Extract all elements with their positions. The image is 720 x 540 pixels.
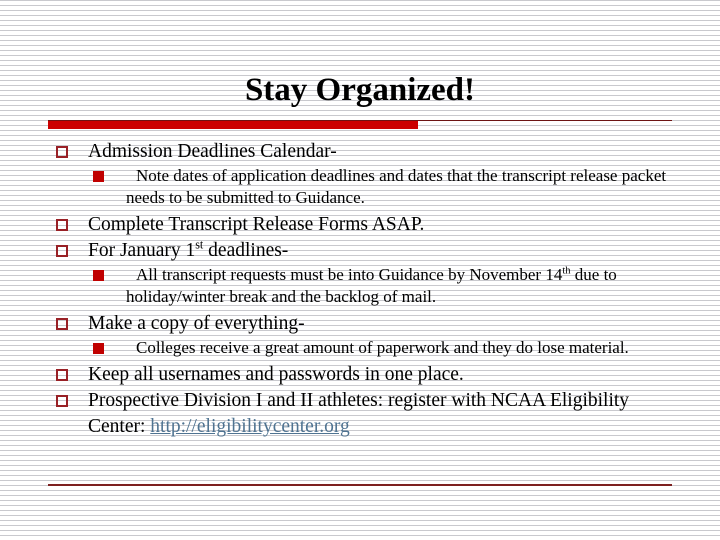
- ordinal-superscript: th: [562, 265, 571, 277]
- filled-square-bullet-icon: [93, 343, 104, 354]
- list-item: For January 1st deadlines-: [48, 238, 678, 264]
- title-divider: [48, 120, 672, 129]
- slide-canvas: Stay Organized! Admission Deadlines Cale…: [0, 0, 720, 540]
- list-item: Prospective Division I and II athletes: …: [48, 388, 678, 440]
- list-item-text: Note dates of application deadlines and …: [126, 166, 667, 207]
- hollow-square-bullet-icon: [56, 395, 68, 407]
- hollow-square-bullet-icon: [56, 219, 68, 231]
- list-item-text: For January 1st deadlines-: [88, 238, 678, 264]
- list-item-text: Colleges receive a great amount of paper…: [136, 338, 629, 357]
- list-item-text-after: deadlines-: [203, 240, 289, 261]
- footer-divider: [48, 484, 672, 486]
- list-item-text: Keep all usernames and passwords in one …: [88, 364, 464, 385]
- list-item-text: Admission Deadlines Calendar-: [88, 141, 337, 162]
- list-item: Complete Transcript Release Forms ASAP.: [48, 212, 678, 238]
- list-item-text: Make a copy of everything-: [88, 313, 305, 334]
- list-item: Note dates of application deadlines and …: [48, 165, 678, 209]
- list-item: Colleges receive a great amount of paper…: [48, 337, 678, 359]
- list-item-text-before: For January 1: [88, 240, 196, 261]
- list-item-text: Complete Transcript Release Forms ASAP.: [88, 214, 425, 235]
- hollow-square-bullet-icon: [56, 146, 68, 158]
- list-item: Admission Deadlines Calendar-: [48, 139, 678, 165]
- hollow-square-bullet-icon: [56, 369, 68, 381]
- list-item: All transcript requests must be into Gui…: [48, 264, 678, 308]
- hollow-square-bullet-icon: [56, 318, 68, 330]
- list-item: Make a copy of everything-: [48, 311, 678, 337]
- list-item-text-before: All transcript requests must be into Gui…: [136, 265, 563, 284]
- filled-square-bullet-icon: [93, 171, 104, 182]
- list-item-text: Prospective Division I and II athletes: …: [88, 388, 678, 440]
- hollow-square-bullet-icon: [56, 245, 68, 257]
- eligibility-center-link[interactable]: http://eligibilitycenter.org: [150, 416, 350, 437]
- slide-title: Stay Organized!: [244, 72, 476, 108]
- bullet-list: Admission Deadlines Calendar- Note dates…: [48, 139, 678, 440]
- title-accent-bar: [48, 121, 418, 129]
- list-item: Keep all usernames and passwords in one …: [48, 362, 678, 388]
- filled-square-bullet-icon: [93, 270, 104, 281]
- list-item-text: All transcript requests must be into Gui…: [126, 264, 678, 308]
